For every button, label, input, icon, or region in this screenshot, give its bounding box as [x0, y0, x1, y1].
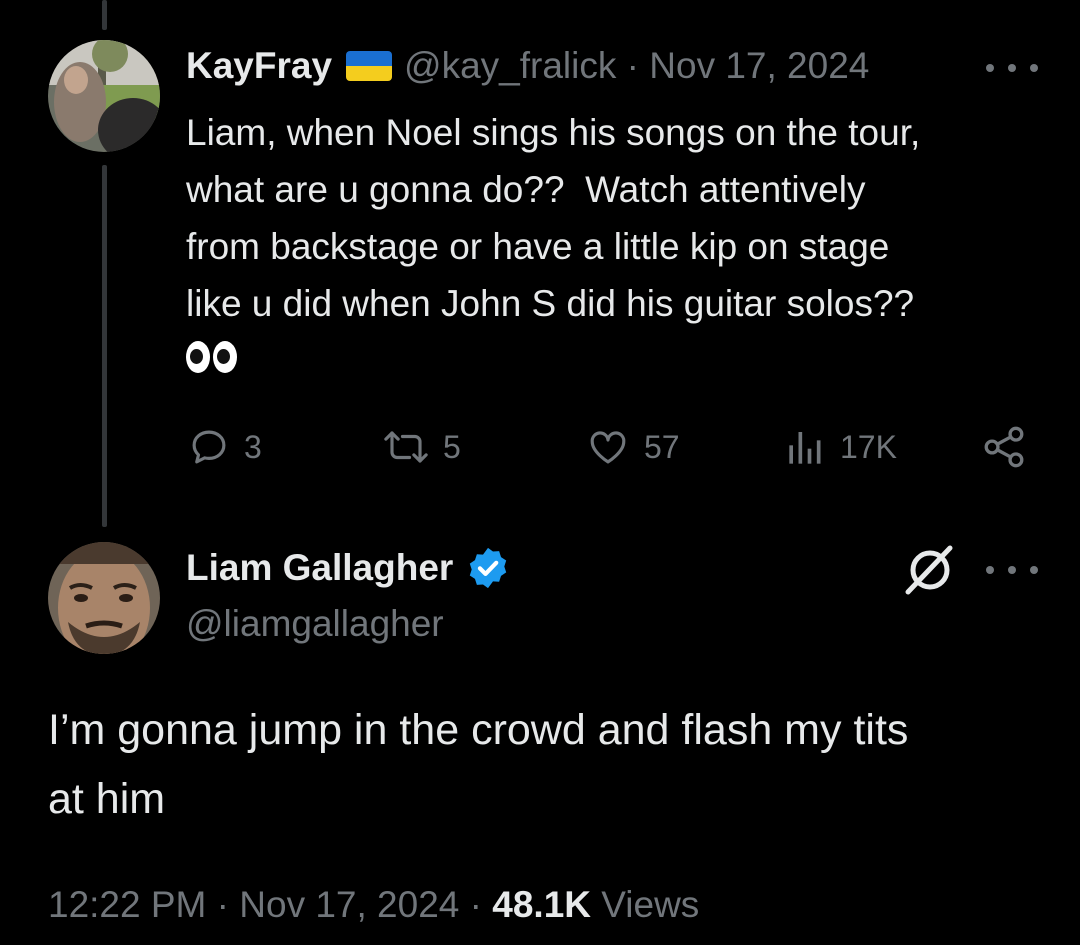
main-more-options-button[interactable]	[986, 560, 1038, 580]
more-dot-icon	[1030, 566, 1038, 574]
parent-tweet-line: what are u gonna do?? Watch attentively	[186, 169, 866, 210]
main-tweet-line: I’m gonna jump in the crowd and flash my…	[48, 706, 909, 754]
like-count: 57	[644, 428, 680, 465]
tweet-views-label: Views	[601, 884, 700, 925]
grok-icon[interactable]	[900, 542, 960, 603]
tweet-time[interactable]: 12:22 PM	[48, 884, 206, 925]
footer-separator: ·	[459, 884, 493, 925]
eyes-emoji	[186, 341, 237, 373]
tweet-views-count[interactable]: 48.1K	[492, 884, 591, 925]
main-tweet-header: Liam Gallagher	[186, 545, 511, 591]
liam-display-name[interactable]: Liam Gallagher	[186, 547, 453, 589]
share-button[interactable]	[982, 425, 1026, 469]
views-count: 17K	[840, 428, 897, 465]
kayfray-avatar[interactable]	[48, 40, 160, 152]
parent-tweet-line: from backstage or have a little kip on s…	[186, 226, 890, 267]
more-dot-icon	[1008, 566, 1016, 574]
kayfray-display-name[interactable]: KayFray	[186, 45, 332, 87]
parent-tweet-header: KayFray @kay_fralick · Nov 17, 2024	[186, 45, 869, 87]
reply-icon	[188, 426, 230, 468]
reply-count: 3	[244, 428, 262, 465]
more-dot-icon	[1030, 64, 1038, 72]
thread-line	[102, 165, 107, 527]
like-button[interactable]: 57	[586, 425, 680, 469]
kayfray-handle[interactable]: @kay_fralick	[404, 45, 616, 87]
liam-handle[interactable]: @liamgallagher	[186, 603, 444, 645]
tweet-meta-footer: 12:22 PM · Nov 17, 2024 · 48.1K Views	[48, 884, 699, 926]
more-dot-icon	[1008, 64, 1016, 72]
verified-badge-icon	[470, 547, 507, 589]
share-icon	[982, 425, 1026, 469]
parent-tweet-line: Liam, when Noel sings his songs on the t…	[186, 112, 921, 153]
heart-icon	[586, 426, 630, 468]
repost-button[interactable]: 5	[383, 425, 461, 469]
repost-count: 5	[443, 428, 461, 465]
more-dot-icon	[986, 566, 994, 574]
main-tweet-line: at him	[48, 775, 166, 823]
views-button[interactable]: 17K	[786, 425, 897, 469]
tweet-date[interactable]: Nov 17, 2024	[239, 884, 459, 925]
liam-avatar[interactable]	[48, 542, 160, 654]
thread-line-top	[102, 0, 107, 30]
parent-tweet-line: like u did when John S did his guitar so…	[186, 283, 915, 324]
repost-icon	[383, 426, 429, 468]
ukraine-flag-icon	[346, 51, 393, 81]
footer-separator: ·	[206, 884, 240, 925]
parent-tweet-date[interactable]: Nov 17, 2024	[649, 45, 869, 87]
header-separator: ·	[616, 45, 650, 86]
parent-more-options-button[interactable]	[986, 58, 1038, 78]
main-tweet-text: I’m gonna jump in the crowd and flash my…	[48, 696, 1038, 834]
bar-chart-icon	[786, 426, 826, 468]
reply-button[interactable]: 3	[188, 425, 262, 469]
more-dot-icon	[986, 64, 994, 72]
parent-tweet-text: Liam, when Noel sings his songs on the t…	[186, 104, 1046, 389]
